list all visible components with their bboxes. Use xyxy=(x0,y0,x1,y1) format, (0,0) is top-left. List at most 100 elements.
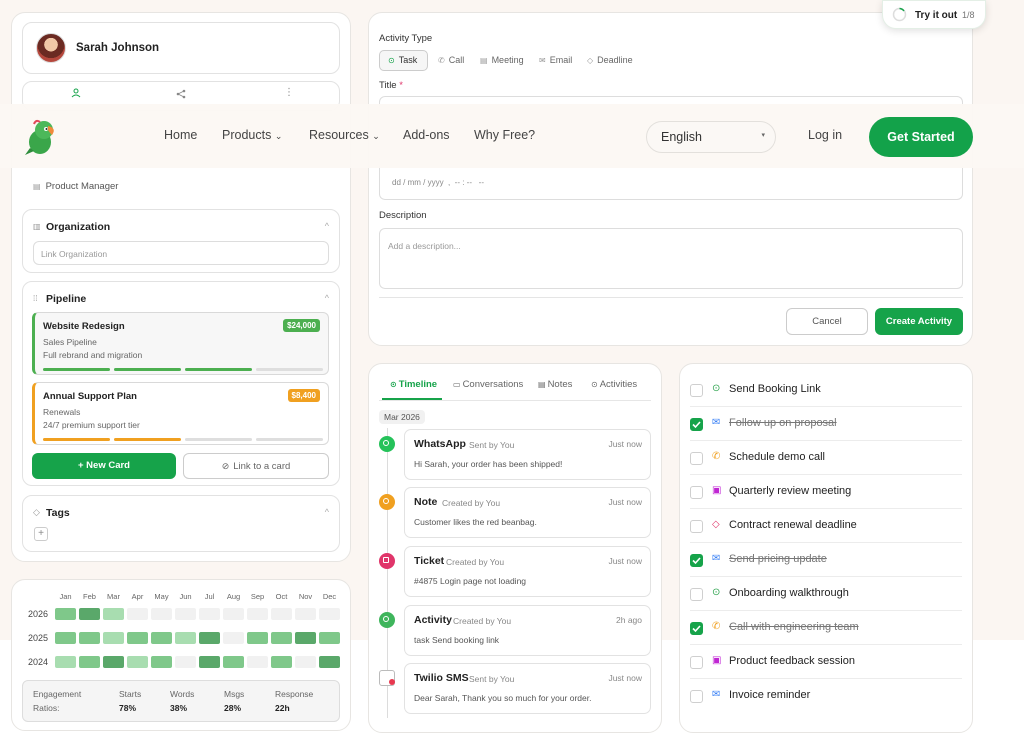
heatmap-cell[interactable] xyxy=(175,656,196,668)
task-checkbox[interactable] xyxy=(690,622,703,635)
heatmap-cell[interactable] xyxy=(247,608,268,620)
heatmap-cell[interactable] xyxy=(295,608,316,620)
heatmap-cell[interactable] xyxy=(55,656,76,668)
heatmap-cell[interactable] xyxy=(55,632,76,644)
activity-type-call[interactable]: ✆ Call xyxy=(438,55,464,65)
checklist-item[interactable]: ✉ Invoice reminder xyxy=(690,679,962,713)
collapse-chevron-icon[interactable]: ^ xyxy=(325,293,329,303)
heatmap-cell[interactable] xyxy=(247,632,268,644)
activity-type-task[interactable]: ⊙ Task xyxy=(379,50,428,71)
heatmap-cell[interactable] xyxy=(271,632,292,644)
progress-segment xyxy=(256,368,323,371)
heatmap-cell[interactable] xyxy=(151,656,172,668)
task-checkbox[interactable] xyxy=(690,486,703,499)
date-time-input[interactable]: dd / mm / yyyy , -- : -- -- xyxy=(379,166,963,200)
heatmap-cell[interactable] xyxy=(319,632,340,644)
heatmap-cell[interactable] xyxy=(175,608,196,620)
heatmap-cell[interactable] xyxy=(79,632,100,644)
heatmap-cell[interactable] xyxy=(247,656,268,668)
heatmap-cell[interactable] xyxy=(55,608,76,620)
share-icon[interactable] xyxy=(176,88,186,100)
try-it-out-widget[interactable]: Try it out 1/8 xyxy=(882,0,986,29)
checklist-item[interactable]: ⊙ Send Booking Link xyxy=(690,373,962,407)
add-tag-button[interactable]: + xyxy=(34,527,48,541)
description-textarea[interactable]: Add a description... xyxy=(379,228,963,289)
timeline-item[interactable]: Twilio SMS Sent by You Just now Dear Sarah,… xyxy=(404,663,651,714)
heatmap-cell[interactable] xyxy=(103,632,124,644)
task-checkbox[interactable] xyxy=(690,554,703,567)
collapse-chevron-icon[interactable]: ^ xyxy=(325,221,329,231)
nav-why-free[interactable]: Why Free? xyxy=(474,128,535,142)
checklist-item[interactable]: ✉ Follow up on proposal xyxy=(690,407,962,441)
nav-resources[interactable]: Resources ⌄ xyxy=(309,128,380,142)
timeline-item-body: Hi Sarah, your order has been shipped! xyxy=(414,459,563,469)
activity-type-meeting[interactable]: ▤ Meeting xyxy=(480,55,524,65)
heatmap-cell[interactable] xyxy=(223,608,244,620)
new-card-button[interactable]: + New Card xyxy=(32,453,176,479)
timeline-item[interactable]: Note Created by You Just now Customer likes… xyxy=(404,487,651,538)
tab-activities[interactable]: ⊙ Activities xyxy=(591,379,637,390)
parrot-logo[interactable] xyxy=(22,118,58,156)
timeline-item[interactable]: Ticket Created by You Just now #4875 Login … xyxy=(404,546,651,597)
heatmap-cell[interactable] xyxy=(199,632,220,644)
checklist-item[interactable]: ✉ Send pricing update xyxy=(690,543,962,577)
checklist-item[interactable]: ◇ Contract renewal deadline xyxy=(690,509,962,543)
heatmap-cell[interactable] xyxy=(79,608,100,620)
checklist-item[interactable]: ⊙ Onboarding walkthrough xyxy=(690,577,962,611)
more-options-icon[interactable]: ⋮ xyxy=(284,87,294,98)
heatmap-cell[interactable] xyxy=(295,656,316,668)
task-checkbox[interactable] xyxy=(690,588,703,601)
tab-timeline[interactable]: ⊙ Timeline xyxy=(390,379,437,390)
task-checkbox[interactable] xyxy=(690,452,703,465)
person-icon[interactable] xyxy=(71,88,81,99)
avatar[interactable] xyxy=(36,33,66,63)
checklist-item[interactable]: ✆ Schedule demo call xyxy=(690,441,962,475)
heatmap-cell[interactable] xyxy=(151,608,172,620)
link-organization-input[interactable]: Link Organization xyxy=(33,241,329,265)
heatmap-cell[interactable] xyxy=(103,608,124,620)
language-select[interactable]: English ▾ xyxy=(646,121,776,153)
tab-notes[interactable]: ▤ Notes xyxy=(538,379,572,390)
heatmap-cell[interactable] xyxy=(319,608,340,620)
heatmap-cell[interactable] xyxy=(271,608,292,620)
nav-home[interactable]: Home xyxy=(164,128,197,142)
heatmap-cell[interactable] xyxy=(175,632,196,644)
heatmap-cell[interactable] xyxy=(127,632,148,644)
nav-add-ons[interactable]: Add-ons xyxy=(403,128,450,142)
heatmap-cell[interactable] xyxy=(319,656,340,668)
cancel-button[interactable]: Cancel xyxy=(786,308,868,335)
activity-type-deadline[interactable]: ◇ Deadline xyxy=(587,55,633,65)
task-checkbox[interactable] xyxy=(690,656,703,669)
collapse-chevron-icon[interactable]: ^ xyxy=(325,507,329,517)
heatmap-cell[interactable] xyxy=(151,632,172,644)
link-to-card-button[interactable]: ⊘ Link to a card xyxy=(183,453,329,479)
activity-type-email[interactable]: ✉ Email xyxy=(539,55,572,65)
task-checkbox[interactable] xyxy=(690,418,703,431)
checklist-item[interactable]: ✆ Call with engineering team xyxy=(690,611,962,645)
timeline-item[interactable]: Activity Created by You 2h ago task Send bo… xyxy=(404,605,651,656)
checklist-item[interactable]: ▣ Product feedback session xyxy=(690,645,962,679)
heatmap-cell[interactable] xyxy=(295,632,316,644)
checklist-item[interactable]: ▣ Quarterly review meeting xyxy=(690,475,962,509)
deal-card-website-redesign[interactable]: Website Redesign $24,000 Sales Pipeline … xyxy=(32,312,329,375)
task-checkbox[interactable] xyxy=(690,520,703,533)
deal-card-annual-support-plan[interactable]: Annual Support Plan $8,400 Renewals 24/7… xyxy=(32,382,329,445)
heatmap-cell[interactable] xyxy=(271,656,292,668)
nav-login[interactable]: Log in xyxy=(808,128,842,142)
heatmap-cell[interactable] xyxy=(79,656,100,668)
nav-products[interactable]: Products ⌄ xyxy=(222,128,282,142)
tab-conversations[interactable]: ▭ Conversations xyxy=(453,379,523,390)
task-checkbox[interactable] xyxy=(690,384,703,397)
task-checkbox[interactable] xyxy=(690,690,703,703)
heatmap-cell[interactable] xyxy=(199,656,220,668)
heatmap-cell[interactable] xyxy=(103,656,124,668)
timeline-item[interactable]: WhatsApp Sent by You Just now Hi Sarah, you… xyxy=(404,429,651,480)
timeline-icon-glyph xyxy=(383,440,389,446)
heatmap-cell[interactable] xyxy=(127,608,148,620)
heatmap-cell[interactable] xyxy=(223,656,244,668)
heatmap-cell[interactable] xyxy=(127,656,148,668)
create-activity-button[interactable]: Create Activity xyxy=(875,308,963,335)
get-started-button[interactable]: Get Started xyxy=(869,117,973,157)
heatmap-cell[interactable] xyxy=(199,608,220,620)
heatmap-cell[interactable] xyxy=(223,632,244,644)
